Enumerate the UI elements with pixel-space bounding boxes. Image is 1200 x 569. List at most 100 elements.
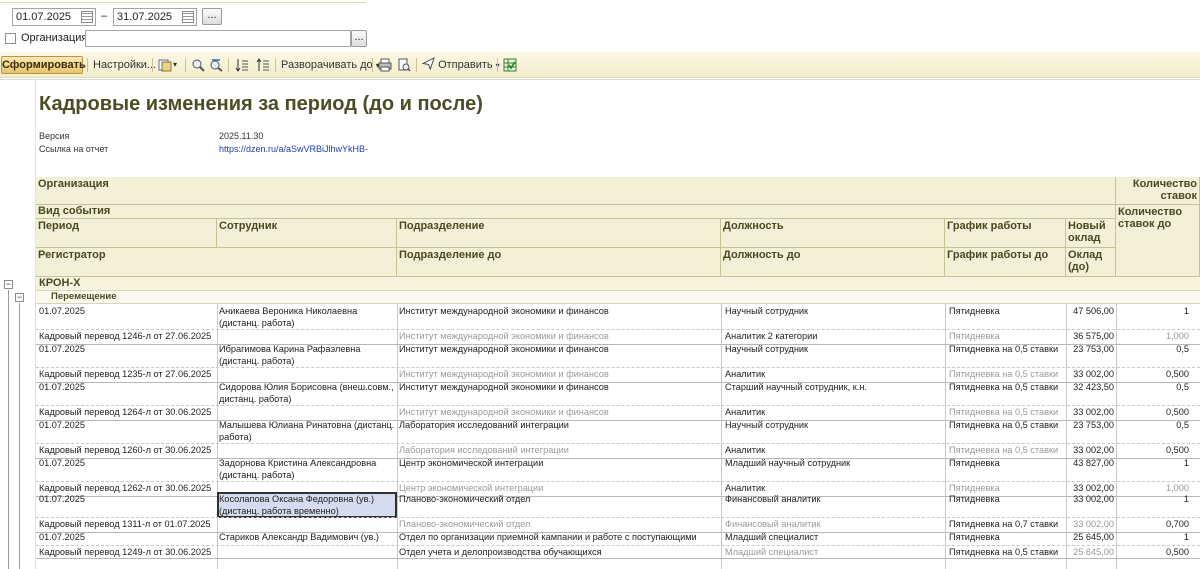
row-position-before[interactable]: Аналитик 2 категории — [725, 330, 945, 344]
report-document[interactable]: Кадровые изменения за период (до и после… — [0, 79, 1200, 569]
send-button[interactable]: Отправить ▾ — [421, 56, 500, 74]
row-employee[interactable]: Ибрагимова Карина Рафаэлевна (дистанц. р… — [219, 343, 395, 367]
row-new-salary[interactable]: 25 645,00 — [1068, 531, 1114, 545]
row-schedule[interactable]: Пятидневка — [949, 531, 1067, 545]
row-department[interactable]: Институт международной экономики и финан… — [399, 381, 719, 405]
row-period[interactable]: 01.07.2025 — [39, 531, 217, 545]
row-stakes[interactable]: 1 — [1118, 493, 1189, 517]
table-row[interactable]: 01.07.2025 Аникаева Вероника Николаевна (… — [36, 305, 1200, 329]
table-row[interactable]: 01.07.2025 Косолапова Оксана Федоровна (у… — [36, 492, 1200, 518]
table-row[interactable]: 01.07.2025 Сидорова Юлия Борисовна (внеш.… — [36, 381, 1200, 405]
row-stakes-before[interactable]: 0,700 — [1118, 518, 1189, 532]
row-new-salary[interactable]: 43 827,00 — [1068, 457, 1114, 481]
row-employee[interactable]: Малышева Юлиана Ринатовна (дистанц. рабо… — [219, 419, 395, 443]
row-registrar[interactable]: Кадровый перевод 1264-л от 30.06.2025 — [39, 406, 395, 420]
variants-icon[interactable] — [158, 58, 172, 72]
organization-checkbox[interactable] — [5, 33, 16, 44]
row-stakes-before[interactable]: 0,500 — [1118, 444, 1189, 458]
row-stakes[interactable]: 1 — [1118, 457, 1189, 481]
row-new-salary[interactable]: 33 002,00 — [1068, 493, 1114, 517]
row-stakes[interactable]: 0,5 — [1118, 381, 1189, 405]
row-employee[interactable]: Стариков Александр Вадимович (ув.) — [219, 531, 395, 545]
row-position-before[interactable]: Аналитик — [725, 444, 945, 458]
row-schedule[interactable]: Пятидневка на 0,5 ставки — [949, 381, 1067, 405]
search-icon[interactable] — [191, 58, 205, 72]
table-row-before[interactable]: Кадровый перевод 1235-л от 27.06.2025 Инс… — [36, 368, 1200, 382]
row-employee[interactable]: Сидорова Юлия Борисовна (внеш.совм., дис… — [219, 381, 395, 405]
period-select-button[interactable]: ... — [202, 8, 222, 25]
organization-input[interactable] — [85, 30, 351, 47]
row-salary-before[interactable]: 36 575,00 — [1068, 330, 1114, 344]
row-period[interactable]: 01.07.2025 — [39, 493, 217, 517]
row-employee[interactable]: Задорнова Кристина Александровна (дистан… — [219, 457, 395, 481]
sort-ascending-icon[interactable] — [235, 58, 249, 72]
row-schedule[interactable]: Пятидневка — [949, 493, 1067, 517]
row-period[interactable]: 01.07.2025 — [39, 419, 217, 443]
row-position[interactable]: Младший специалист — [725, 531, 945, 545]
row-new-salary[interactable]: 47 506,00 — [1068, 305, 1114, 329]
row-department-before[interactable]: Институт международной экономики и финан… — [399, 330, 719, 344]
row-department[interactable]: Институт международной экономики и финан… — [399, 305, 719, 329]
row-schedule[interactable]: Пятидневка — [949, 457, 1067, 481]
row-schedule-before[interactable]: Пятидневка — [949, 330, 1067, 344]
table-row[interactable]: 01.07.2025 Ибрагимова Карина Рафаэлевна (… — [36, 343, 1200, 367]
row-salary-before[interactable]: 33 002,00 — [1068, 368, 1114, 382]
row-stakes-before[interactable]: 0,500 — [1118, 406, 1189, 420]
row-position-before[interactable]: Финансовый аналитик — [725, 518, 945, 532]
row-department-before[interactable]: Планово-экономический отдел — [399, 518, 719, 532]
row-position-before[interactable]: Аналитик — [725, 406, 945, 420]
spreadsheet-icon[interactable] — [503, 58, 517, 72]
row-position[interactable]: Научный сотрудник — [725, 419, 945, 443]
calendar-icon[interactable] — [81, 11, 93, 23]
row-new-salary[interactable]: 23 753,00 — [1068, 419, 1114, 443]
row-registrar[interactable]: Кадровый перевод 1311-л от 01.07.2025 — [39, 518, 395, 532]
row-stakes[interactable]: 1 — [1118, 531, 1189, 545]
print-preview-icon[interactable] — [397, 58, 411, 72]
date-to-input[interactable]: 31.07.2025 — [113, 8, 197, 26]
organization-select-button[interactable]: ... — [351, 30, 367, 47]
row-department[interactable]: Лаборатория исследований интеграции — [399, 419, 719, 443]
row-schedule[interactable]: Пятидневка на 0,5 ставки — [949, 419, 1067, 443]
group-organization-row[interactable]: КРОН-Х — [36, 277, 1200, 291]
row-position[interactable]: Финансовый аналитик — [725, 493, 945, 517]
row-schedule-before[interactable]: Пятидневка на 0,5 ставки — [949, 444, 1067, 458]
row-department-before[interactable]: Лаборатория исследований интеграции — [399, 444, 719, 458]
row-employee[interactable]: Аникаева Вероника Николаевна (дистанц. р… — [219, 305, 395, 329]
table-row[interactable]: 01.07.2025 Стариков Александр Вадимович (… — [36, 531, 1200, 545]
row-schedule-before[interactable]: Пятидневка на 0,5 ставки — [949, 368, 1067, 382]
print-icon[interactable] — [378, 58, 392, 72]
row-position[interactable]: Младший научный сотрудник — [725, 457, 945, 481]
row-new-salary[interactable]: 23 753,00 — [1068, 343, 1114, 367]
table-row[interactable]: 01.07.2025 Задорнова Кристина Александров… — [36, 457, 1200, 481]
table-row-before[interactable]: Кадровый перевод 1311-л от 01.07.2025 Пла… — [36, 518, 1200, 532]
collapse-group-icon[interactable]: − — [15, 293, 24, 302]
row-position[interactable]: Старший научный сотрудник, к.н. — [725, 381, 945, 405]
row-period[interactable]: 01.07.2025 — [39, 457, 217, 481]
row-salary-before[interactable]: 33 002,00 — [1068, 406, 1114, 420]
row-department-before[interactable]: Институт международной экономики и финан… — [399, 406, 719, 420]
row-employee[interactable]: Косолапова Оксана Федоровна (ув.) (диста… — [219, 493, 395, 517]
table-row-before[interactable]: Кадровый перевод 1264-л от 30.06.2025 Инс… — [36, 406, 1200, 420]
row-department-before[interactable]: Отдел учета и делопроизводства обучающих… — [399, 546, 719, 558]
row-period[interactable]: 01.07.2025 — [39, 305, 217, 329]
calendar-icon[interactable] — [182, 11, 194, 23]
row-stakes[interactable]: 1 — [1118, 305, 1189, 329]
row-stakes-before[interactable]: 1,000 — [1118, 330, 1189, 344]
row-registrar[interactable]: Кадровый перевод 1235-л от 27.06.2025 — [39, 368, 395, 382]
row-new-salary[interactable]: 32 423,50 — [1068, 381, 1114, 405]
row-stakes-before[interactable]: 0,500 — [1118, 546, 1189, 558]
row-department[interactable]: Центр экономической интеграции — [399, 457, 719, 481]
row-department[interactable]: Институт международной экономики и финан… — [399, 343, 719, 367]
row-salary-before[interactable]: 33 002,00 — [1068, 518, 1114, 532]
row-salary-before[interactable]: 25 645,00 — [1068, 546, 1114, 558]
expand-to-button[interactable]: Разворачивать до ▾ — [281, 56, 380, 74]
row-department[interactable]: Планово-экономический отдел — [399, 493, 719, 517]
row-position[interactable]: Научный сотрудник — [725, 305, 945, 329]
row-schedule[interactable]: Пятидневка на 0,5 ставки — [949, 343, 1067, 367]
search-next-icon[interactable] — [209, 58, 223, 72]
generate-report-button[interactable]: Сформировать — [1, 56, 86, 74]
row-stakes[interactable]: 0,5 — [1118, 343, 1189, 367]
settings-button[interactable]: Настройки... — [93, 56, 156, 74]
row-schedule-before[interactable]: Пятидневка на 0,5 ставки — [949, 406, 1067, 420]
row-period[interactable]: 01.07.2025 — [39, 343, 217, 367]
